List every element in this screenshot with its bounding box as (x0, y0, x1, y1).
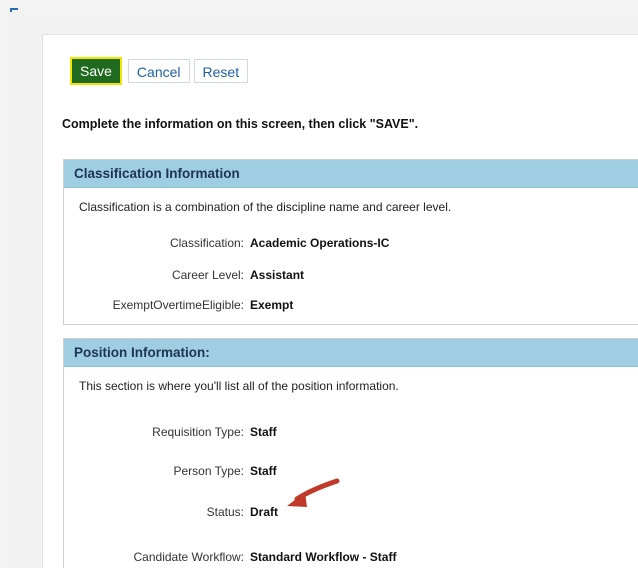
career-level-label: Career Level: (171, 268, 244, 282)
classification-value: Academic Operations-IC (250, 236, 390, 250)
cancel-button[interactable]: Cancel (127, 59, 190, 83)
red-arrow-icon (287, 478, 340, 507)
position-section: Position Information: This section is wh… (63, 338, 638, 568)
reset-button[interactable]: Reset (193, 59, 249, 83)
candidate-workflow-label: Candidate Workflow: (133, 550, 245, 564)
candidate-workflow-value: Standard Workflow - Staff (250, 550, 397, 564)
classification-description: Classification is a combination of the d… (79, 200, 452, 214)
toolbar: Save Cancel Reset (70, 57, 249, 85)
requisition-type-label: Requisition Type: (152, 425, 244, 439)
classification-section-header: Classification Information (64, 160, 638, 188)
status-field-row: Status: Draft (64, 505, 278, 519)
position-description: This section is where you'll list all of… (79, 379, 399, 393)
career-level-field-row: Career Level: Assistant (64, 268, 304, 282)
person-type-value: Staff (250, 464, 277, 478)
exempt-value: Exempt (250, 298, 294, 312)
career-level-value: Assistant (250, 268, 305, 282)
candidate-workflow-field-row: Candidate Workflow: Standard Workflow - … (64, 550, 397, 564)
status-label: Status: (206, 505, 244, 519)
classification-field-row: Classification: Academic Operations-IC (64, 236, 389, 250)
position-section-header: Position Information: (64, 339, 638, 367)
requisition-type-value: Staff (250, 425, 277, 439)
exempt-label: ExemptOvertimeEligible: (112, 298, 244, 312)
person-type-label: Person Type: (173, 464, 245, 478)
save-button[interactable]: Save (70, 57, 122, 85)
classification-section: Classification Information Classificatio… (63, 159, 638, 325)
person-type-field-row: Person Type: Staff (64, 464, 277, 478)
requisition-type-field-row: Requisition Type: Staff (64, 425, 277, 439)
status-value: Draft (250, 505, 279, 519)
exempt-field-row: ExemptOvertimeEligible: Exempt (64, 298, 294, 312)
instruction-text: Complete the information on this screen,… (62, 117, 419, 131)
classification-label: Classification: (169, 236, 244, 250)
form-card: Save Cancel Reset Complete the informati… (42, 34, 638, 568)
page: Save Cancel Reset Complete the informati… (0, 0, 638, 568)
